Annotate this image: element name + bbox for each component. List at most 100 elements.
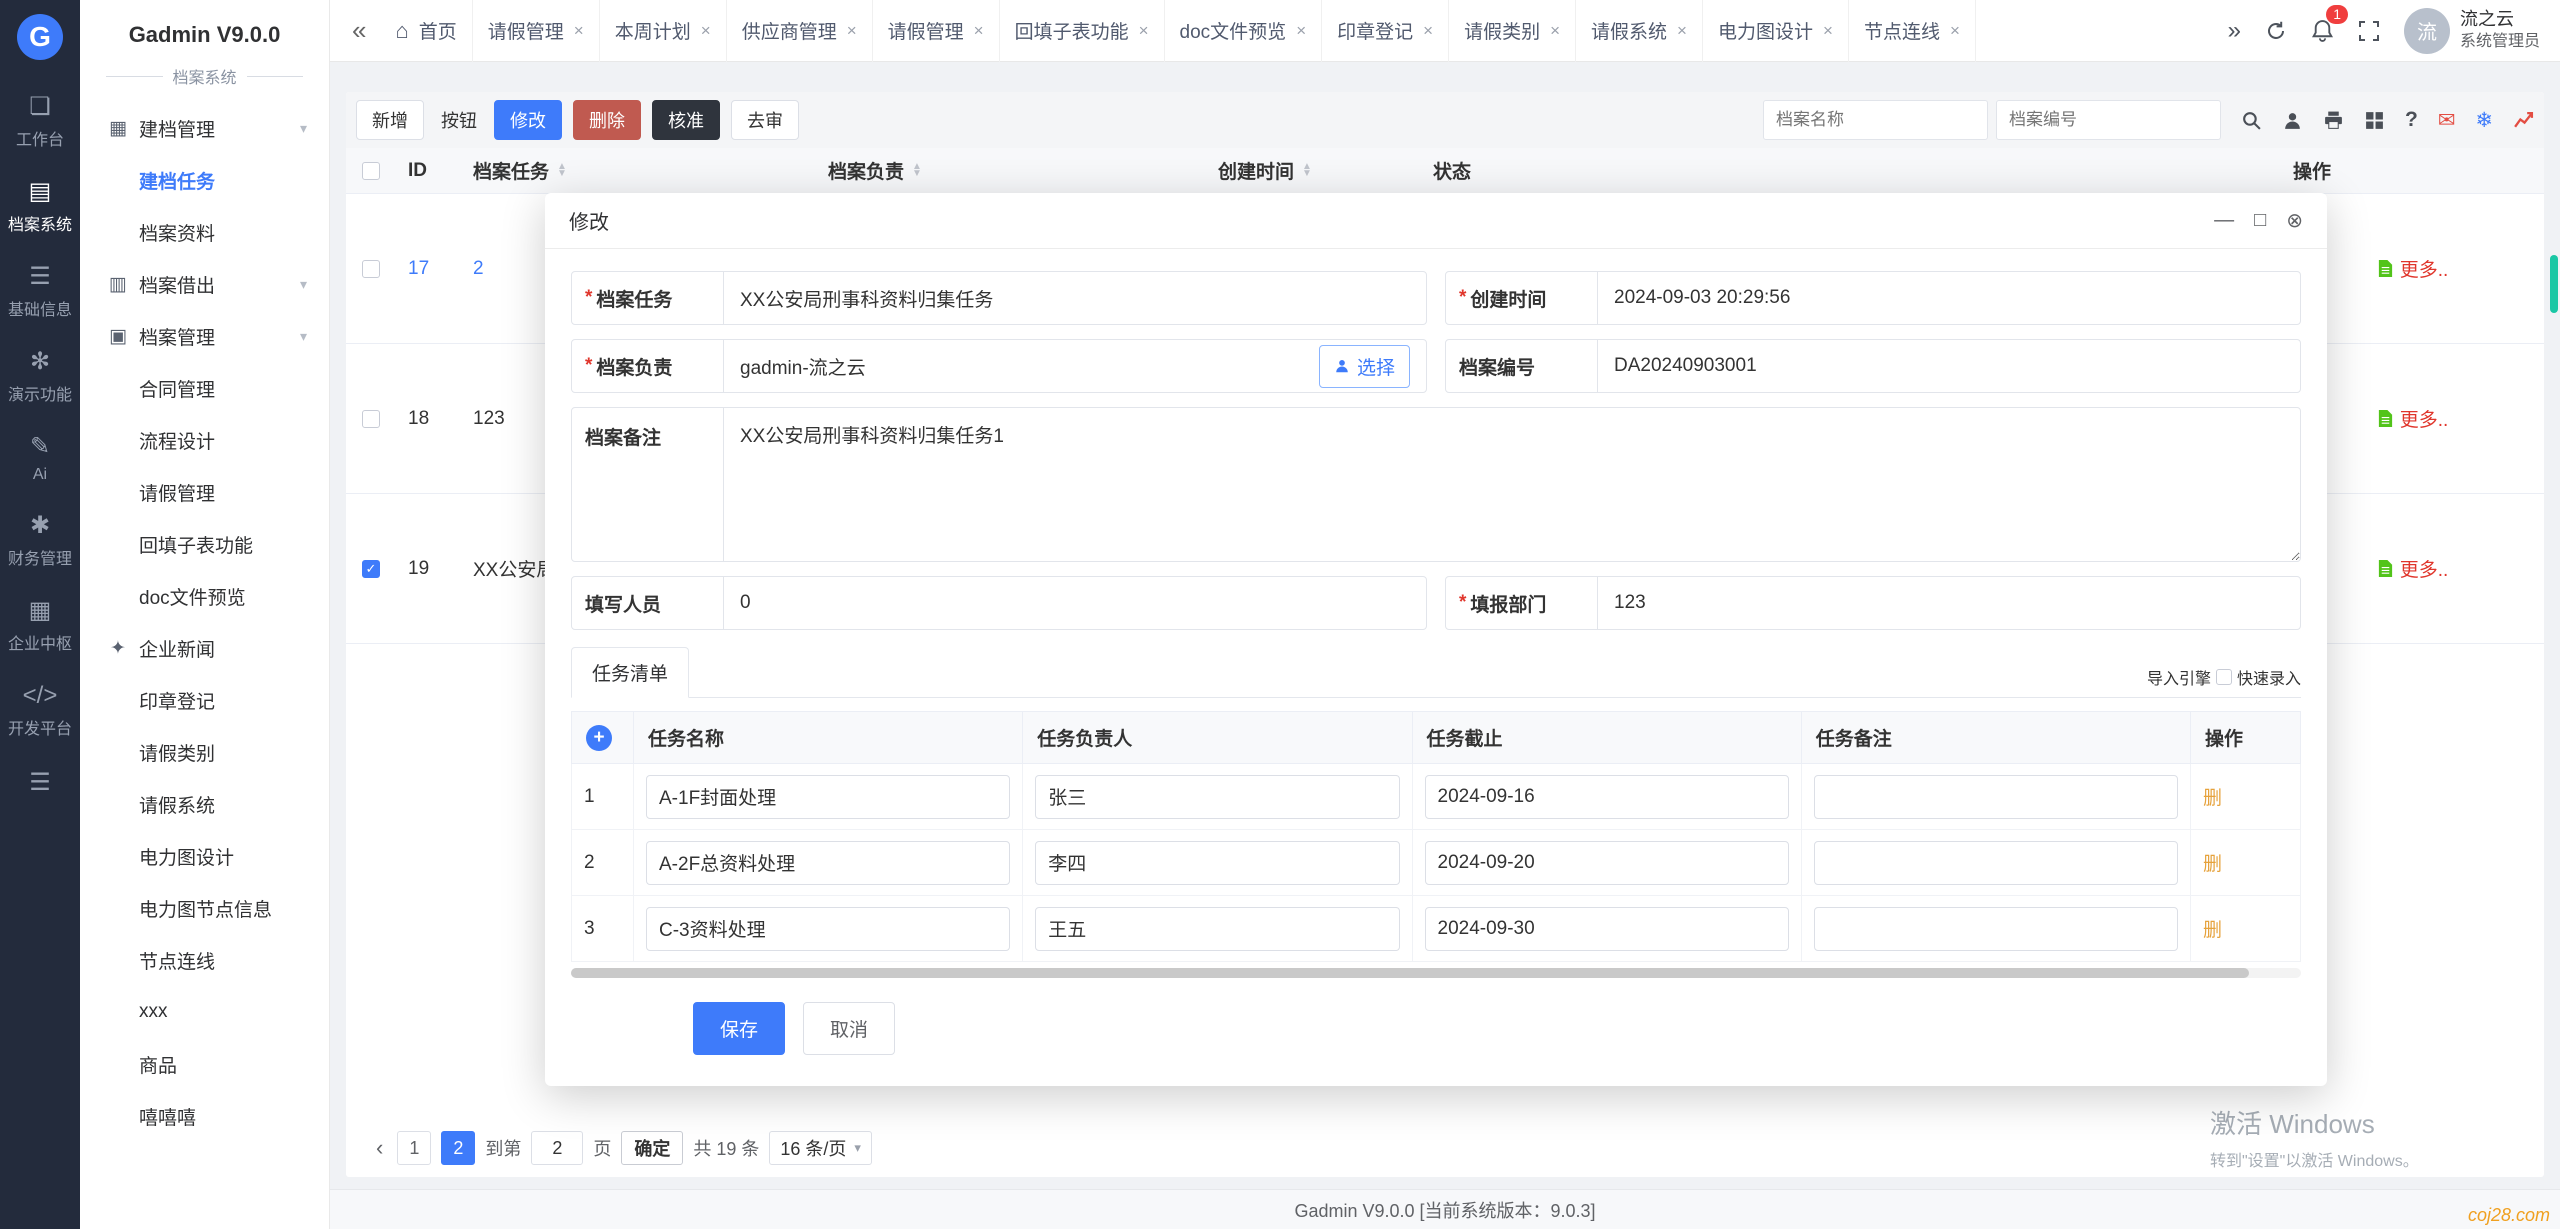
add-row-button[interactable]: + [586,725,612,751]
sidebar-item-archive-lend[interactable]: ▥ 档案借出 ▾ [80,258,329,310]
close-icon[interactable]: × [974,21,984,41]
sidebar-item-node-link[interactable]: 节点连线 [80,934,329,986]
select-all-checkbox[interactable] [362,162,380,180]
task-remark-input[interactable] [1814,841,2178,885]
delete-row-link[interactable]: 删 [2203,788,2222,809]
rail-item-enterprise[interactable]: ▦ 企业中枢 [0,584,80,669]
task-name-input[interactable] [646,841,1010,885]
tab-home[interactable]: ⌂ 首页 [380,0,472,62]
more-link[interactable]: 更多.. [2400,255,2449,282]
close-icon[interactable]: × [1139,21,1149,41]
unapprove-button[interactable]: 去审 [731,100,799,140]
user-menu[interactable]: 流 流之云 系统管理员 [2404,8,2540,54]
task-remark-input[interactable] [1814,775,2178,819]
close-icon[interactable]: × [701,21,711,41]
fullscreen-icon[interactable] [2358,20,2380,42]
close-icon[interactable]: × [574,21,584,41]
archive-owner-input[interactable] [740,340,1319,392]
grid-columns-icon[interactable] [2364,110,2385,131]
tab-power-design[interactable]: 电力图设计 × [1703,0,1849,62]
maximize-icon[interactable]: □ [2254,209,2266,232]
dialog-header[interactable]: 修改 — □ ⊗ [545,193,2327,249]
sort-icon[interactable]: ▲▼ [912,164,922,176]
app-logo[interactable]: G [17,14,63,60]
expand-tabs-right-icon[interactable]: » [2228,17,2241,45]
sidebar-item-seal-register[interactable]: 印章登记 [80,674,329,726]
sidebar-item-doc-preview[interactable]: doc文件预览 [80,570,329,622]
tab-leave-manage[interactable]: 请假管理 × [473,0,600,62]
tab-week-plan[interactable]: 本周计划 × [600,0,727,62]
goto-page-input[interactable] [531,1131,583,1165]
task-remark-input[interactable] [1814,907,2178,951]
approve-button[interactable]: 核准 [652,100,720,140]
refresh-icon[interactable] [2265,20,2287,42]
excel-file-icon[interactable] [2377,259,2394,278]
rail-item-dev-platform[interactable]: </> 开发平台 [0,669,80,754]
close-icon[interactable]: ⊗ [2286,208,2303,233]
sort-icon[interactable]: ▲▼ [1302,164,1312,176]
rail-item-demo[interactable]: ✻ 演示功能 [0,335,80,420]
tab-leave-manage-2[interactable]: 请假管理 × [873,0,1000,62]
menu-icon[interactable]: ☰ [29,768,51,797]
excel-file-icon[interactable] [2377,409,2394,428]
col-owner[interactable]: 档案负责 ▲▼ [816,157,1206,184]
task-name-input[interactable] [646,907,1010,951]
close-icon[interactable]: × [847,21,857,41]
mail-icon[interactable]: ✉ [2438,108,2456,133]
sidebar-item-leave-system[interactable]: 请假系统 [80,778,329,830]
rail-item-ai[interactable]: ✎ Ai [0,420,80,499]
sidebar-item-xxx[interactable]: xxx [80,986,329,1038]
rail-item-finance[interactable]: ✱ 财务管理 [0,499,80,584]
vertical-scrollbar-thumb[interactable] [2550,255,2558,313]
minimize-icon[interactable]: — [2214,209,2234,232]
choose-user-button[interactable]: 选择 [1319,345,1410,388]
edit-button[interactable]: 修改 [494,100,562,140]
sidebar-item-archive-manage[interactable]: ▣ 档案管理 ▾ [80,310,329,362]
rail-item-workbench[interactable]: ❏ 工作台 [0,80,80,165]
archive-code-input[interactable] [1614,340,2284,392]
col-task[interactable]: 档案任务 ▲▼ [461,157,816,184]
task-deadline-input[interactable] [1425,907,1789,951]
sidebar-item-leave-manage[interactable]: 请假管理 [80,466,329,518]
sidebar-item-power-design[interactable]: 电力图设计 [80,830,329,882]
task-owner-input[interactable] [1035,907,1399,951]
archive-task-input[interactable] [740,272,1410,324]
tab-doc-preview[interactable]: doc文件预览 × [1165,0,1323,62]
print-icon[interactable] [2323,110,2344,131]
close-icon[interactable]: × [1423,21,1433,41]
delete-button[interactable]: 删除 [573,100,641,140]
user-export-icon[interactable] [2282,110,2303,131]
sidebar-item-build-task[interactable]: 建档任务 [80,154,329,206]
rail-item-base-info[interactable]: ☰ 基础信息 [0,250,80,335]
add-button[interactable]: 新增 [356,100,424,140]
sidebar-item-build-manage[interactable]: ▦ 建档管理 ▾ [80,102,329,154]
sidebar-item-leave-type[interactable]: 请假类别 [80,726,329,778]
quick-entry-checkbox[interactable] [2216,669,2232,685]
theme-snowflake-icon[interactable]: ❄ [2475,108,2493,133]
archive-no-input[interactable] [1996,100,2221,140]
save-button[interactable]: 保存 [693,1002,785,1055]
row-checkbox-checked[interactable] [362,560,380,578]
sidebar-item-flow-design[interactable]: 流程设计 [80,414,329,466]
archive-name-input[interactable] [1763,100,1988,140]
task-name-input[interactable] [646,775,1010,819]
close-icon[interactable]: × [1296,21,1306,41]
tab-supplier[interactable]: 供应商管理 × [727,0,873,62]
sidebar-item-goods[interactable]: 商品 [80,1038,329,1090]
generic-button[interactable]: 按钮 [435,100,483,140]
col-time[interactable]: 创建时间 ▲▼ [1206,157,1421,184]
sidebar-item-contract[interactable]: 合同管理 [80,362,329,414]
delete-row-link[interactable]: 删 [2203,920,2222,941]
sidebar-item-enterprise-news[interactable]: ✦ 企业新闻 [80,622,329,674]
sidebar-item-xixixi[interactable]: 嘻嘻嘻 [80,1090,329,1142]
prev-page-icon[interactable]: ‹ [372,1135,387,1161]
page-1-button[interactable]: 1 [397,1131,431,1165]
writer-input[interactable] [740,577,1410,629]
task-deadline-input[interactable] [1425,775,1789,819]
goto-confirm-button[interactable]: 确定 [621,1131,683,1165]
task-owner-input[interactable] [1035,841,1399,885]
tab-leave-system[interactable]: 请假系统 × [1576,0,1703,62]
sort-icon[interactable]: ▲▼ [557,164,567,176]
excel-file-icon[interactable] [2377,559,2394,578]
close-icon[interactable]: × [1677,21,1687,41]
